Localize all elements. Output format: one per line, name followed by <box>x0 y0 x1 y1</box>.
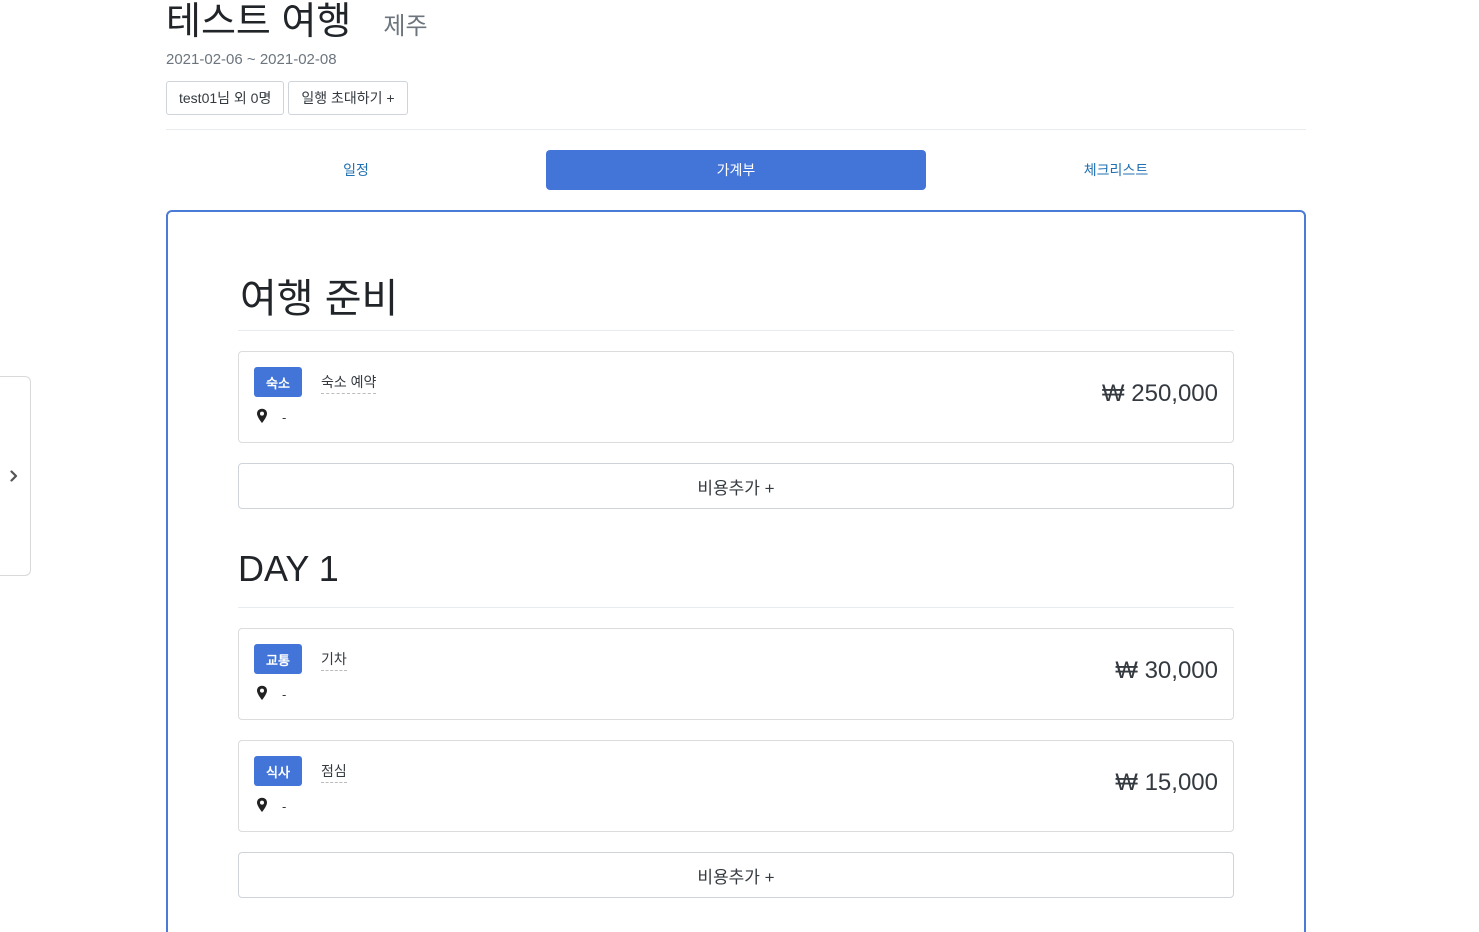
tab-checklist[interactable]: 체크리스트 <box>926 150 1306 190</box>
expense-location: - <box>282 799 287 814</box>
expense-location: - <box>282 410 287 425</box>
expense-name[interactable]: 숙소 예약 <box>321 372 377 394</box>
category-badge: 교통 <box>254 644 302 674</box>
chevron-right-icon <box>10 470 18 482</box>
expense-location: - <box>282 687 287 702</box>
map-pin-icon <box>257 408 267 423</box>
add-expense-button[interactable]: 비용추가 + <box>238 463 1234 509</box>
expense-amount: ₩ 250,000 <box>1101 380 1218 407</box>
member-actions: test01님 외 0명 일행 초대하기 + <box>166 81 408 115</box>
trip-region: 제주 <box>383 13 428 40</box>
expense-item[interactable]: 교통 기차 - ₩ 30,000 <box>238 628 1234 720</box>
invite-companion-button[interactable]: 일행 초대하기 + <box>288 81 408 115</box>
section-divider <box>238 607 1234 608</box>
section-title: DAY 1 <box>238 548 339 589</box>
trip-title: 테스트 여행 <box>166 1 352 43</box>
expense-name[interactable]: 기차 <box>321 649 347 671</box>
expense-item[interactable]: 숙소 숙소 예약 - ₩ 250,000 <box>238 351 1234 443</box>
trip-dates: 2021-02-06 ~ 2021-02-08 <box>166 51 337 68</box>
map-pin-icon <box>257 797 267 812</box>
tab-schedule[interactable]: 일정 <box>166 150 546 190</box>
expense-amount: ₩ 30,000 <box>1115 657 1218 684</box>
map-pin-icon <box>257 685 267 700</box>
expense-name[interactable]: 점심 <box>321 761 347 783</box>
header-divider <box>166 129 1306 130</box>
tab-bar: 일정 가계부 체크리스트 <box>166 150 1306 190</box>
section-divider <box>238 330 1234 331</box>
add-expense-button[interactable]: 비용추가 + <box>238 852 1234 898</box>
sidebar-toggle-button[interactable] <box>0 376 31 576</box>
section-title: 여행 준비 <box>240 277 399 321</box>
expense-amount: ₩ 15,000 <box>1115 769 1218 796</box>
category-badge: 식사 <box>254 756 302 786</box>
expense-item[interactable]: 식사 점심 - ₩ 15,000 <box>238 740 1234 832</box>
title-row: 테스트 여행 제주 <box>166 0 428 48</box>
tab-budget[interactable]: 가계부 <box>546 150 926 190</box>
budget-panel: 여행 준비 숙소 숙소 예약 - ₩ 250,000 비용추가 + DAY 1 … <box>166 210 1306 932</box>
members-button[interactable]: test01님 외 0명 <box>166 81 285 115</box>
category-badge: 숙소 <box>254 367 302 397</box>
